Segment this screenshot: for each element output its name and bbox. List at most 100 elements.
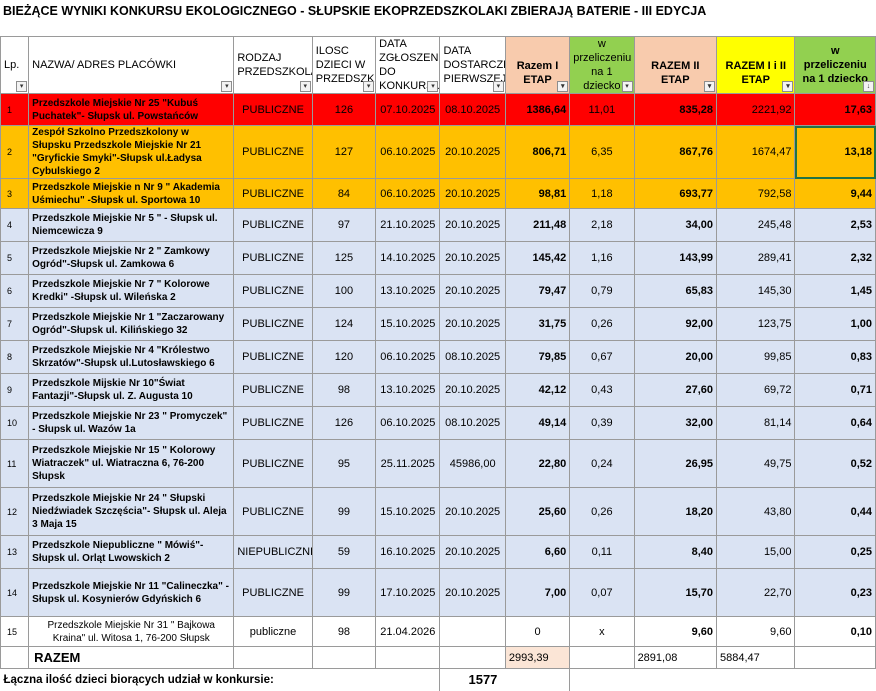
row-per1[interactable]: 11,01 [569,93,635,126]
row-lp[interactable]: 4 [0,208,30,242]
row-stage1[interactable]: 98,81 [504,178,571,209]
row-lp[interactable]: 13 [0,535,30,569]
row-name[interactable]: Przedszkole Niepubliczne " Mówiś"- Słups… [28,535,235,569]
row-stage2[interactable]: 65,83 [633,274,718,308]
row-type[interactable]: PUBLICZNE [233,241,313,275]
row-per-total[interactable]: 0,44 [794,487,876,536]
row-per-total[interactable]: 1,00 [794,307,876,341]
row-type[interactable]: PUBLICZNE [233,178,313,209]
row-stage1[interactable]: 22,80 [504,439,571,488]
row-stage2[interactable]: 26,95 [633,439,718,488]
row-stage12[interactable]: 145,30 [716,274,796,308]
row-kids[interactable]: 126 [311,406,377,440]
dropdown-arrow-icon[interactable]: ▾ [16,81,28,92]
row-stage1[interactable]: 31,75 [504,307,571,341]
row-per-total[interactable]: 0,52 [794,439,876,488]
dropdown-arrow-icon[interactable]: ▾ [782,81,794,92]
row-lp[interactable]: 1 [0,93,30,126]
row-date-first[interactable]: 20.10.2025 [439,535,506,569]
row-stage2[interactable]: 693,77 [633,178,718,209]
row-kids[interactable]: 126 [311,93,377,126]
row-date-reg[interactable]: 06.10.2025 [375,340,441,374]
row-per1[interactable]: 0,26 [569,307,635,341]
row-per1[interactable]: 1,16 [569,241,635,275]
row-per-total[interactable]: 0,10 [794,616,876,647]
total-stage2[interactable]: 2891,08 [633,646,718,669]
row-date-first[interactable]: 08.10.2025 [439,406,506,440]
row-date-first[interactable]: 20.10.2025 [439,373,506,407]
row-stage1[interactable]: 145,42 [504,241,571,275]
row-stage2[interactable]: 27,60 [633,373,718,407]
row-stage1[interactable]: 806,71 [504,125,571,179]
row-per1[interactable]: 0,07 [569,568,635,617]
row-type[interactable]: PUBLICZNE [233,340,313,374]
row-date-first[interactable]: 20.10.2025 [439,274,506,308]
row-date-first[interactable]: 08.10.2025 [439,93,506,126]
row-date-reg[interactable]: 25.11.2025 [375,439,441,488]
row-name[interactable]: Przedszkole Miejskie Nr 25 "Kubuś Puchat… [28,93,235,126]
row-type[interactable]: NIEPUBLICZNE [233,535,313,569]
row-kids[interactable]: 125 [311,241,377,275]
row-date-first[interactable]: 20.10.2025 [439,487,506,536]
row-date-reg[interactable]: 21.10.2025 [375,208,441,242]
row-stage1[interactable]: 79,85 [504,340,571,374]
row-date-reg[interactable]: 16.10.2025 [375,535,441,569]
row-date-reg[interactable]: 07.10.2025 [375,93,441,126]
row-per-total[interactable]: 2,53 [794,208,876,242]
row-per1[interactable]: 2,18 [569,208,635,242]
row-stage12[interactable]: 43,80 [716,487,796,536]
dropdown-arrow-icon[interactable]: ▾ [299,81,311,92]
row-per-total[interactable]: 0,64 [794,406,876,440]
row-per1[interactable]: 0,39 [569,406,635,440]
row-name[interactable]: Przedszkole Miejskie n Nr 9 " Akademia U… [28,178,235,209]
row-stage2[interactable]: 15,70 [633,568,718,617]
row-per1[interactable]: 0,26 [569,487,635,536]
row-stage2[interactable]: 32,00 [633,406,718,440]
row-stage12[interactable]: 289,41 [716,241,796,275]
row-date-first[interactable]: 20.10.2025 [439,178,506,209]
row-type[interactable]: PUBLICZNE [233,274,313,308]
row-kids[interactable]: 100 [311,274,377,308]
row-per1[interactable]: 0,79 [569,274,635,308]
row-date-first[interactable]: 20.10.2025 [439,125,506,179]
row-lp[interactable]: 14 [0,568,30,617]
dropdown-arrow-icon[interactable]: ▾ [621,81,633,92]
row-date-first[interactable]: 20.10.2025 [439,241,506,275]
row-stage2[interactable]: 34,00 [633,208,718,242]
row-type[interactable]: PUBLICZNE [233,439,313,488]
row-stage2[interactable]: 8,40 [633,535,718,569]
row-per1[interactable]: 0,67 [569,340,635,374]
row-kids[interactable]: 95 [311,439,377,488]
row-date-reg[interactable]: 15.10.2025 [375,487,441,536]
row-kids[interactable]: 99 [311,487,377,536]
row-per-total[interactable]: 0,83 [794,340,876,374]
row-stage1[interactable]: 42,12 [504,373,571,407]
row-stage12[interactable]: 9,60 [716,616,796,647]
row-stage1[interactable]: 0 [504,616,571,647]
dropdown-arrow-icon[interactable]: ▾ [363,81,375,92]
row-stage2[interactable]: 18,20 [633,487,718,536]
row-per-total[interactable]: 0,71 [794,373,876,407]
row-name[interactable]: Przedszkole Miejskie Nr 24 " Słupski Nie… [28,487,235,536]
row-kids[interactable]: 124 [311,307,377,341]
row-type[interactable]: PUBLICZNE [233,125,313,179]
row-per-total[interactable]: 0,23 [794,568,876,617]
row-stage1[interactable]: 7,00 [504,568,571,617]
row-lp[interactable]: 8 [0,340,30,374]
row-lp[interactable]: 6 [0,274,30,308]
row-per1[interactable]: 1,18 [569,178,635,209]
row-type[interactable]: PUBLICZNE [233,568,313,617]
row-stage1[interactable]: 211,48 [504,208,571,242]
row-lp[interactable]: 9 [0,373,30,407]
dropdown-arrow-icon[interactable]: ▾ [557,81,569,92]
row-name[interactable]: Przedszkole Miejskie Nr 1 "Zaczarowany O… [28,307,235,341]
row-type[interactable]: publiczne [233,616,313,647]
row-kids[interactable]: 59 [311,535,377,569]
row-kids[interactable]: 98 [311,373,377,407]
row-stage12[interactable]: 792,58 [716,178,796,209]
row-stage12[interactable]: 99,85 [716,340,796,374]
row-name[interactable]: Przedszkole Miejskie Nr 23 " Promyczek" … [28,406,235,440]
row-stage1[interactable]: 1386,64 [504,93,571,126]
row-name[interactable]: Przedszkole Miejskie Nr 11 "Calineczka" … [28,568,235,617]
row-date-reg[interactable]: 06.10.2025 [375,178,441,209]
